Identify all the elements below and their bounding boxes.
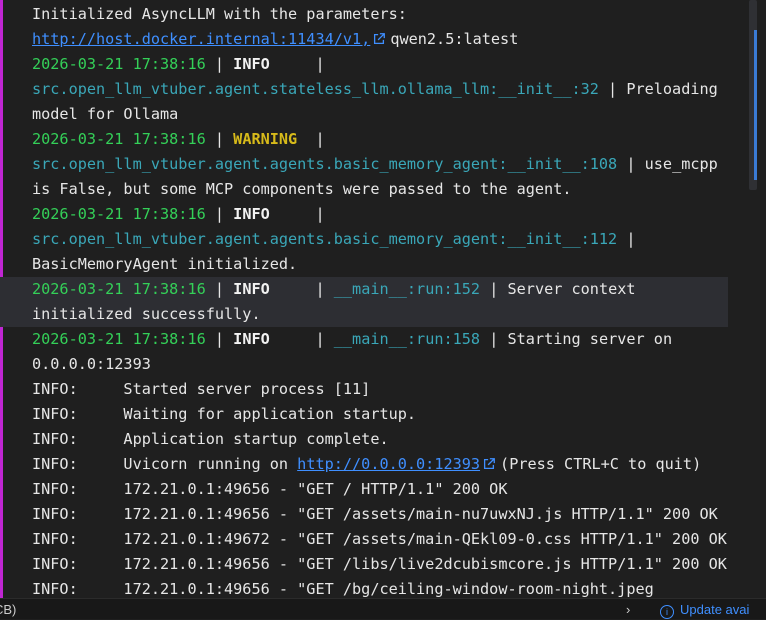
log-text: INFO: 172.21.0.1:49656 - "GET /libs/live… bbox=[32, 555, 727, 573]
scroll-thumb[interactable] bbox=[749, 0, 757, 190]
terminal-panel[interactable]: Initialized AsyncLLM with the parameters… bbox=[0, 0, 728, 598]
update-available-label: Update avai bbox=[680, 602, 750, 617]
log-module: __main__:run:158 bbox=[333, 330, 481, 348]
log-module: src.open_llm_vtuber.agent.agents.basic_m… bbox=[32, 230, 618, 248]
log-text: model for Ollama bbox=[32, 105, 179, 123]
log-text: INFO: Uvicorn running on bbox=[32, 455, 298, 473]
terminal-line: 2026-03-21 17:38:16 | INFO | __main__:ru… bbox=[0, 277, 728, 302]
terminal-line: is False, but some MCP components were p… bbox=[32, 177, 728, 202]
terminal-line: 2026-03-21 17:38:16 | INFO | __main__:ru… bbox=[32, 327, 728, 352]
log-text: INFO: Application startup complete. bbox=[32, 430, 389, 448]
log-text: | bbox=[306, 130, 325, 148]
log-text: | bbox=[205, 280, 234, 298]
log-text: initialized successfully. bbox=[32, 305, 261, 323]
terminal-line: INFO: 172.21.0.1:49656 - "GET /assets/ma… bbox=[32, 502, 728, 527]
log-text: | bbox=[205, 205, 234, 223]
log-link[interactable]: http://0.0.0.0:12393 bbox=[297, 455, 480, 473]
log-text: INFO: 172.21.0.1:49656 - "GET / HTTP/1.1… bbox=[32, 480, 508, 498]
terminal-line: src.open_llm_vtuber.agent.agents.basic_m… bbox=[32, 152, 728, 177]
log-text: | use_mcpp bbox=[617, 155, 718, 173]
log-module: src.open_llm_vtuber.agent.agents.basic_m… bbox=[32, 155, 618, 173]
log-text: | bbox=[205, 55, 234, 73]
log-text: is False, but some MCP components were p… bbox=[32, 180, 572, 198]
log-text: | Preloading bbox=[598, 80, 718, 98]
log-text: | bbox=[306, 205, 325, 223]
terminal-line: INFO: Started server process [11] bbox=[32, 377, 728, 402]
info-icon: i bbox=[660, 605, 674, 619]
log-level-warning: WARNING bbox=[233, 130, 307, 148]
terminal-line: INFO: 172.21.0.1:49672 - "GET /assets/ma… bbox=[32, 527, 728, 552]
log-module: src.open_llm_vtuber.agent.stateless_llm.… bbox=[32, 80, 599, 98]
terminal-line: model for Ollama bbox=[32, 102, 728, 127]
log-level-info: INFO bbox=[233, 330, 307, 348]
log-text: INFO: Waiting for application startup. bbox=[32, 405, 417, 423]
log-text: qwen2.5:latest bbox=[390, 30, 519, 48]
external-link-icon[interactable] bbox=[372, 32, 386, 46]
terminal-line: 2026-03-21 17:38:16 | INFO | bbox=[32, 202, 728, 227]
log-text: INFO: 172.21.0.1:49672 - "GET /assets/ma… bbox=[32, 530, 727, 548]
terminal-line: 2026-03-21 17:38:16 | WARNING | bbox=[32, 127, 728, 152]
chevron-right-icon[interactable]: › bbox=[626, 599, 630, 620]
log-timestamp: 2026-03-21 17:38:16 bbox=[32, 55, 206, 73]
log-timestamp: 2026-03-21 17:38:16 bbox=[32, 130, 206, 148]
log-module: __main__:run:152 bbox=[333, 280, 481, 298]
scroll-position-marker bbox=[754, 30, 757, 180]
log-text: INFO: 172.21.0.1:49656 - "GET /assets/ma… bbox=[32, 505, 718, 523]
log-timestamp: 2026-03-21 17:38:16 bbox=[32, 280, 206, 298]
log-text: INFO: 172.21.0.1:49656 - "GET /bg/ceilin… bbox=[32, 580, 654, 598]
log-level-info: INFO bbox=[233, 55, 307, 73]
terminal-line: initialized successfully. bbox=[0, 302, 728, 327]
terminal-line: INFO: Uvicorn running on http://0.0.0.0:… bbox=[32, 452, 728, 477]
terminal-line: INFO: Application startup complete. bbox=[32, 427, 728, 452]
log-text: BasicMemoryAgent initialized. bbox=[32, 255, 298, 273]
log-text: | Server context bbox=[480, 280, 636, 298]
terminal-line: 0.0.0.0:12393 bbox=[32, 352, 728, 377]
log-level-info: INFO bbox=[233, 205, 307, 223]
log-text: | bbox=[205, 330, 234, 348]
terminal-line: INFO: 172.21.0.1:49656 - "GET /libs/live… bbox=[32, 552, 728, 577]
log-timestamp: 2026-03-21 17:38:16 bbox=[32, 330, 206, 348]
terminal-line: INFO: Waiting for application startup. bbox=[32, 402, 728, 427]
external-link-icon[interactable] bbox=[482, 457, 496, 471]
terminal-line: http://host.docker.internal:11434/v1, qwe… bbox=[32, 27, 728, 52]
log-text: Initialized AsyncLLM with the parameters… bbox=[32, 5, 407, 23]
log-text: | Starting server on bbox=[480, 330, 673, 348]
terminal-line: 2026-03-21 17:38:16 | INFO | bbox=[32, 52, 728, 77]
log-text: | bbox=[617, 230, 636, 248]
log-text: INFO: Started server process [11] bbox=[32, 380, 371, 398]
update-available-notice[interactable]: i Update avai bbox=[660, 599, 749, 620]
log-text: 0.0.0.0:12393 bbox=[32, 355, 151, 373]
log-level-info: INFO bbox=[233, 280, 307, 298]
log-text: | bbox=[306, 330, 334, 348]
terminal-scrollbar[interactable] bbox=[728, 0, 766, 598]
log-text: | bbox=[306, 280, 334, 298]
log-link[interactable]: http://host.docker.internal:11434/v1, bbox=[32, 30, 370, 48]
terminal-log: Initialized AsyncLLM with the parameters… bbox=[0, 2, 728, 598]
terminal-line: Initialized AsyncLLM with the parameters… bbox=[32, 2, 728, 27]
terminal-line: INFO: 172.21.0.1:49656 - "GET /bg/ceilin… bbox=[32, 577, 728, 598]
log-timestamp: 2026-03-21 17:38:16 bbox=[32, 205, 206, 223]
log-text: (Press CTRL+C to quit) bbox=[500, 455, 702, 473]
terminal-line: BasicMemoryAgent initialized. bbox=[32, 252, 728, 277]
terminal-line: src.open_llm_vtuber.agent.stateless_llm.… bbox=[32, 77, 728, 102]
status-left-text[interactable]: CB) bbox=[0, 599, 16, 620]
terminal-line: INFO: 172.21.0.1:49656 - "GET / HTTP/1.1… bbox=[32, 477, 728, 502]
log-text: | bbox=[205, 130, 234, 148]
status-bar: CB) › i Update avai bbox=[0, 598, 766, 619]
log-text: | bbox=[306, 55, 325, 73]
terminal-line: src.open_llm_vtuber.agent.agents.basic_m… bbox=[32, 227, 728, 252]
